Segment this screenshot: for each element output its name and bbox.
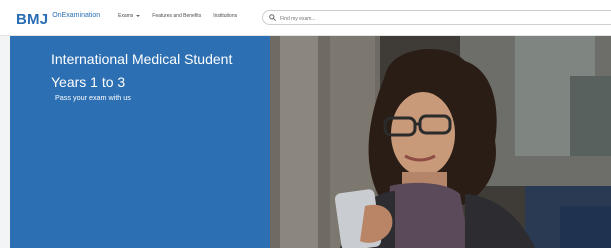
chevron-down-icon: [136, 15, 141, 17]
logo-product-name: OnExamination: [52, 11, 101, 19]
nav-item-institutions[interactable]: Institutions: [213, 13, 237, 19]
hero-tagline: Pass your exam with us: [55, 93, 131, 102]
page-gutter: [0, 36, 10, 248]
student-with-phone-image: [270, 36, 611, 248]
nav-item-label: Institutions: [213, 13, 238, 19]
nav-item-label: Exams: [118, 13, 134, 19]
nav-item-exams[interactable]: Exams: [118, 13, 141, 19]
nav-item-features[interactable]: Features and Benefits: [152, 13, 201, 19]
logo-mark: BMJ: [16, 10, 49, 28]
hero-banner: International Medical Student Years 1 to…: [0, 36, 611, 248]
main-nav: Exams Features and Benefits Institutions: [118, 13, 237, 19]
hero-title: International Medical Student Years 1 to…: [51, 51, 233, 90]
hero-photo: [270, 36, 611, 248]
search-icon: [269, 14, 276, 21]
search-input[interactable]: [278, 12, 602, 25]
nav-item-label: Features and Benefits: [152, 13, 202, 19]
bmj-logo[interactable]: BMJ OnExamination: [16, 10, 100, 28]
search-bar[interactable]: [262, 10, 611, 25]
site-header: BMJ OnExamination Exams Features and Ben…: [0, 0, 611, 36]
